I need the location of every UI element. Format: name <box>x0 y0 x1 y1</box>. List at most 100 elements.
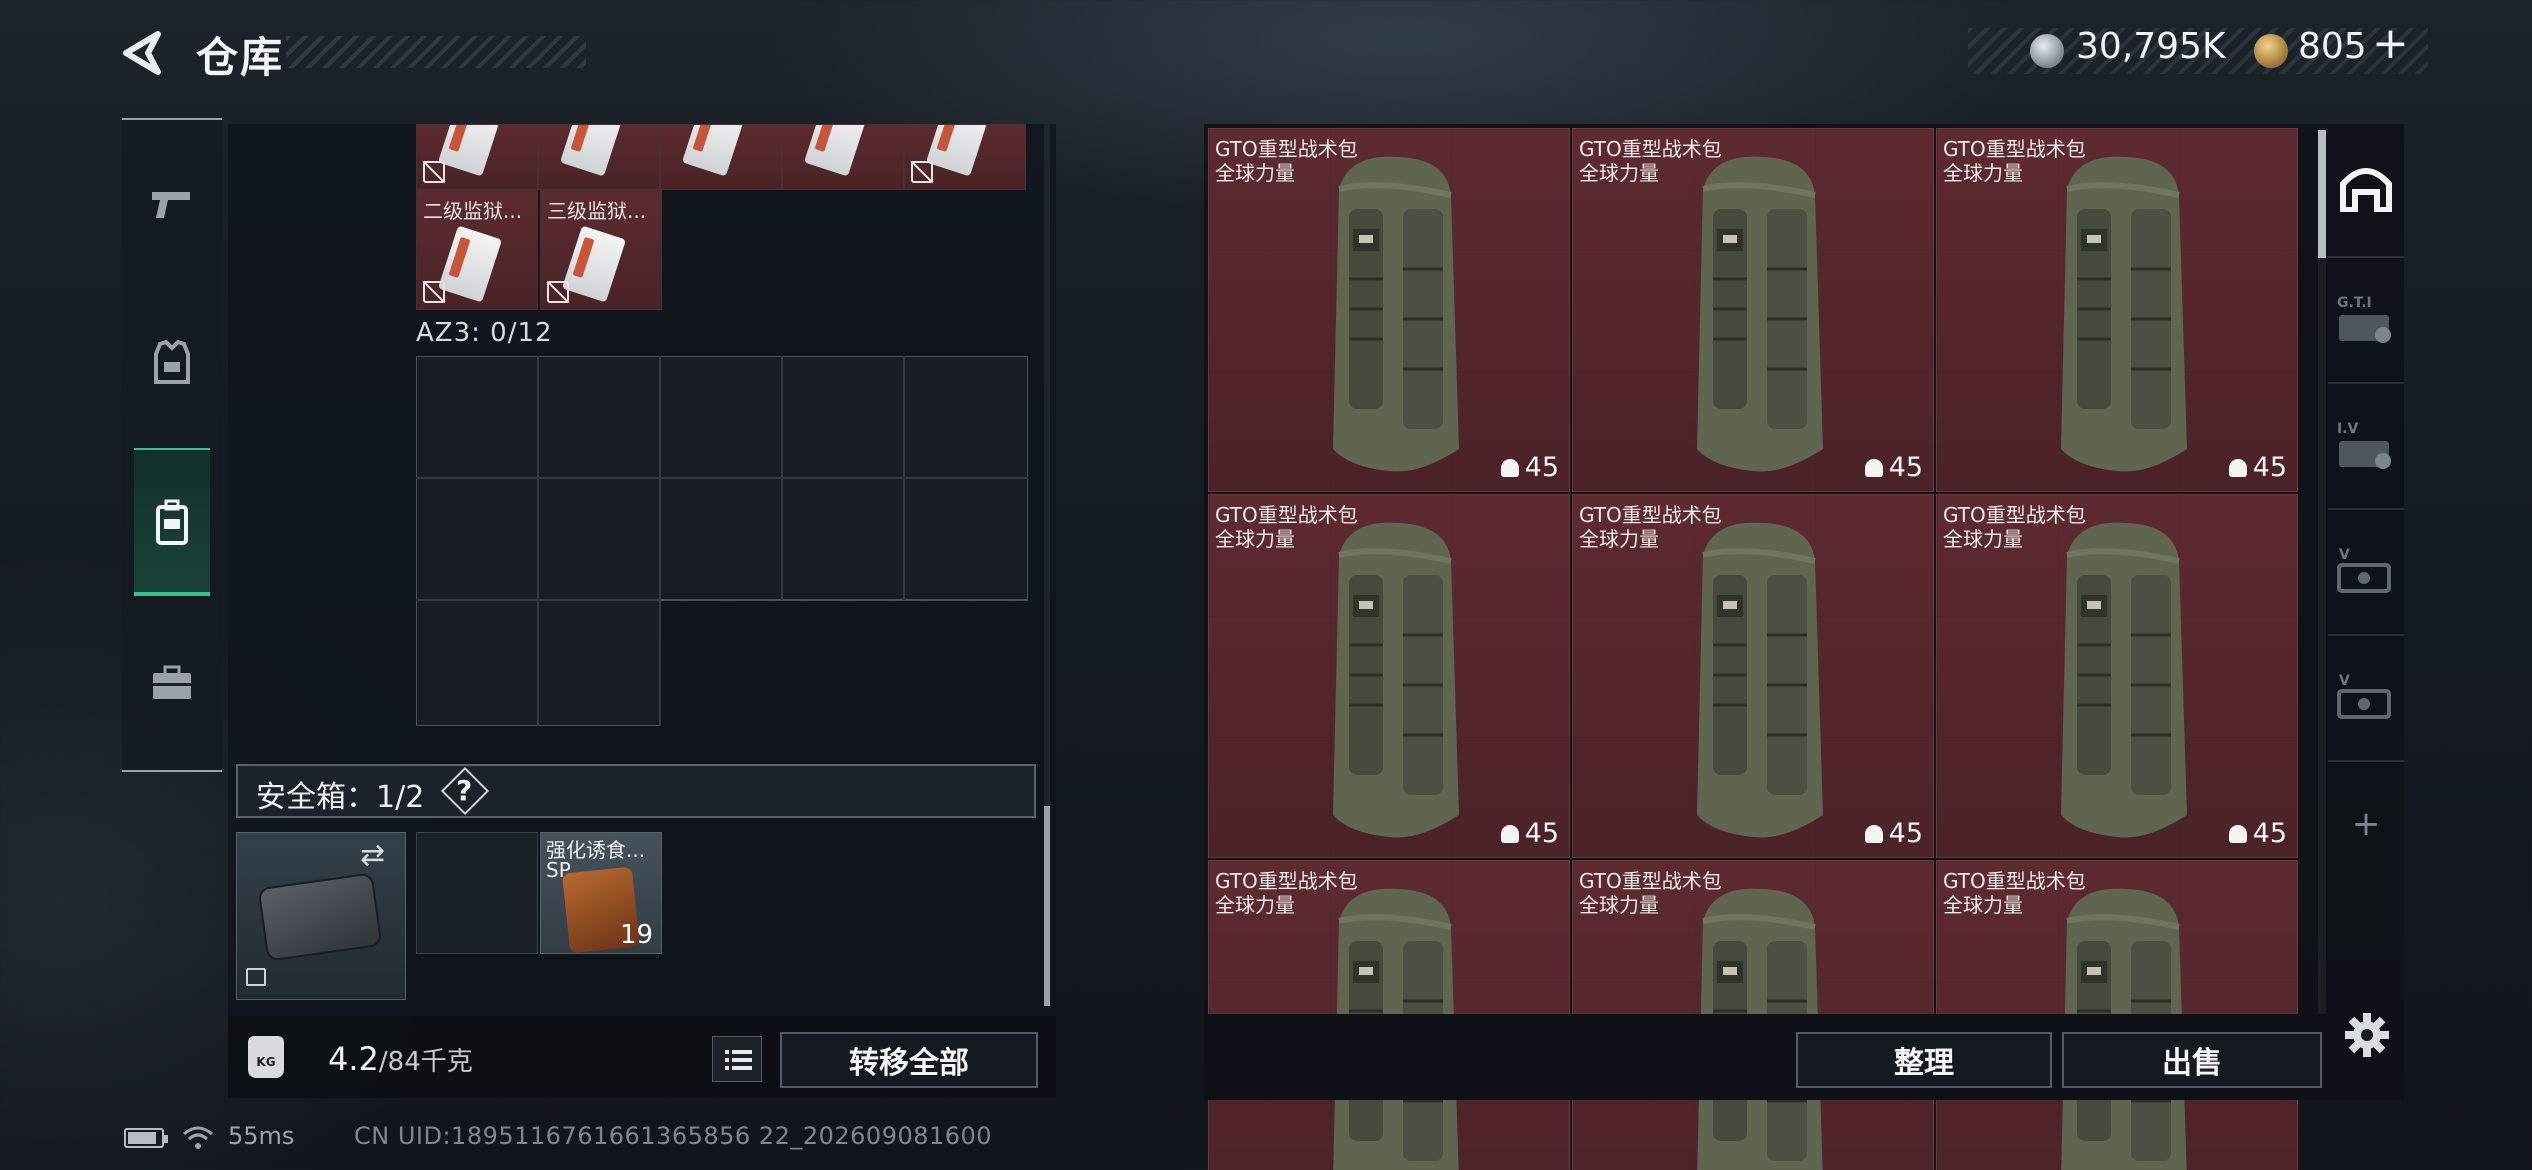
stash-scrollbar-thumb[interactable] <box>2318 130 2326 258</box>
keycard-slot[interactable] <box>538 124 660 190</box>
backpack-icon <box>2047 149 2197 479</box>
user-uid: CN UID:1895116761661365856 22_2026090816… <box>354 1122 993 1150</box>
side-tab-v2[interactable]: V <box>2328 634 2404 760</box>
ping-readout: 55ms <box>228 1122 295 1150</box>
item-subtitle: 全球力量 <box>1215 893 1295 917</box>
item-subtitle: 全球力量 <box>1943 161 2023 185</box>
no-transfer-icon <box>423 281 445 303</box>
bait-item-sub: SP <box>546 858 571 882</box>
no-transfer-icon <box>547 281 569 303</box>
lock-icon <box>246 968 266 986</box>
item-name: 二级监狱... <box>423 199 523 223</box>
keycard-icon <box>925 125 991 177</box>
stash-item-slot[interactable]: GTO重型战术包全球力量45 <box>1936 494 2298 858</box>
item-subtitle: 全球力量 <box>1579 527 1659 551</box>
silver-coin-amount: 30,795K <box>2076 26 2226 67</box>
item-subtitle: 全球力量 <box>1215 527 1295 551</box>
keycard-icon <box>437 225 503 303</box>
item-durability: 45 <box>2228 818 2287 849</box>
keycard-slot[interactable] <box>782 124 904 190</box>
stash-item-slot[interactable]: GTO重型战术包全球力量45 <box>1572 128 1934 492</box>
add-currency-button[interactable]: + <box>2372 22 2409 66</box>
help-question-mark: ? <box>456 774 473 807</box>
durability-icon <box>1500 825 1519 843</box>
keycard-icon <box>559 125 625 177</box>
warehouse-icon <box>2340 168 2392 212</box>
nav-backpack-tab[interactable] <box>122 468 222 578</box>
side-tab-v1[interactable]: V <box>2328 508 2404 634</box>
weight-current: 4.2 <box>328 1040 379 1078</box>
stash-scrollbar[interactable] <box>2318 128 2326 1014</box>
gold-coin-icon <box>2254 34 2288 68</box>
item-subtitle: 全球力量 <box>1943 527 2023 551</box>
keycard-icon <box>437 125 503 177</box>
tidy-button[interactable]: 整理 <box>1796 1032 2052 1088</box>
durability-value: 45 <box>2252 452 2287 483</box>
durability-icon <box>2228 459 2247 477</box>
durability-icon <box>2228 825 2247 843</box>
safebox-empty-slot[interactable] <box>416 832 538 954</box>
list-view-button[interactable] <box>712 1036 762 1082</box>
safebox-label: 安全箱：1/2 <box>256 780 425 815</box>
settings-gear-icon[interactable] <box>2344 1012 2390 1058</box>
durability-icon <box>1864 825 1883 843</box>
keycard-slot[interactable]: 二级监狱... <box>416 190 538 310</box>
item-durability: 45 <box>1864 452 1923 483</box>
keycard-slot[interactable] <box>416 124 538 190</box>
backpack-icon <box>1319 149 1469 479</box>
keycard-icon <box>803 125 869 177</box>
v-case-icon: V <box>2337 547 2391 593</box>
back-arrow-icon[interactable] <box>118 28 168 78</box>
backpack-scrollbar-thumb[interactable] <box>1044 806 1050 1006</box>
wifi-icon <box>183 1126 213 1149</box>
gti-case-tag: G.T.I <box>2337 295 2372 311</box>
no-transfer-icon <box>911 161 933 183</box>
nav-armor-tab[interactable] <box>122 308 222 418</box>
v-case-icon: V <box>2337 673 2391 719</box>
page-title: 仓库 <box>196 33 285 82</box>
durability-value: 45 <box>1524 452 1559 483</box>
item-durability: 45 <box>1500 818 1559 849</box>
keycard-slot[interactable] <box>904 124 1026 190</box>
title-decoration <box>286 36 586 68</box>
stash-item-slot[interactable]: GTO重型战术包全球力量45 <box>1936 128 2298 492</box>
stash-side-tabs: G.T.I I.V V V + <box>2328 124 2404 1024</box>
durability-icon <box>1864 459 1883 477</box>
stash-item-slot[interactable]: GTO重型战术包全球力量45 <box>1208 494 1570 858</box>
keycard-slot[interactable] <box>660 124 782 190</box>
backpack-icon <box>2047 515 2197 845</box>
nav-toolbox-tab[interactable] <box>122 628 222 738</box>
item-subtitle: 全球力量 <box>1215 161 1295 185</box>
gti-case-icon: G.T.I <box>2337 295 2391 343</box>
az3-capacity-label: AZ3: 0/12 <box>416 318 553 348</box>
silver-coin-icon <box>2030 34 2064 68</box>
swap-icon[interactable]: ⇄ <box>360 838 385 873</box>
toolbox-icon <box>153 665 191 699</box>
battery-level <box>128 1132 156 1144</box>
item-subtitle: 全球力量 <box>1579 893 1659 917</box>
weight-kg-icon: KG <box>248 1036 284 1078</box>
keycard-slot[interactable]: 三级监狱... <box>540 190 662 310</box>
side-tab-iv[interactable]: I.V <box>2328 382 2404 508</box>
stash-item-slot[interactable]: GTO重型战术包全球力量45 <box>1572 494 1934 858</box>
stash-item-slot[interactable]: GTO重型战术包全球力量45 <box>1208 128 1570 492</box>
keycard-icon <box>681 125 747 177</box>
weight-readout: 4.2/84千克 <box>328 1040 473 1078</box>
gold-coin-amount: 805 <box>2298 26 2367 67</box>
item-durability: 45 <box>2228 452 2287 483</box>
item-subtitle: 全球力量 <box>1943 893 2023 917</box>
nav-weapons-tab[interactable] <box>122 150 222 260</box>
durability-icon <box>1500 459 1519 477</box>
armor-vest-icon <box>154 340 190 384</box>
az3-container-grid <box>415 355 1029 727</box>
side-tab-gti[interactable]: G.T.I <box>2328 256 2404 382</box>
durability-value: 45 <box>1888 452 1923 483</box>
side-tab-warehouse[interactable] <box>2328 124 2404 250</box>
side-tab-add[interactable]: + <box>2328 760 2404 886</box>
bait-item-count: 19 <box>620 920 654 950</box>
list-icon <box>725 1050 752 1070</box>
transfer-all-button[interactable]: 转移全部 <box>780 1032 1038 1088</box>
sell-button[interactable]: 出售 <box>2062 1032 2322 1088</box>
backpack-icon <box>1319 515 1469 845</box>
v-case-tag: V <box>2339 547 2350 563</box>
